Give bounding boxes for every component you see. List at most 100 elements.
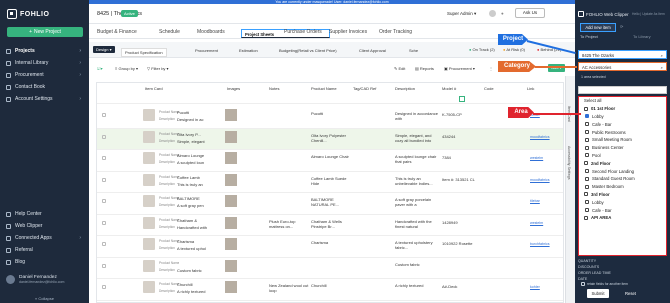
link-cell[interactable]: moodfabrics [530, 135, 550, 139]
row-checkbox[interactable] [102, 220, 106, 225]
link-cell[interactable]: burchfabrics [530, 242, 550, 246]
model-cell[interactable]: K-7505-CP [442, 112, 482, 117]
area-checkbox[interactable] [585, 137, 589, 142]
table-row[interactable]: Product Name Almaro Lounge Description A sc… [97, 150, 563, 172]
notes-cell[interactable]: New Zealand wool cut loop [269, 283, 309, 293]
tab-purchase-orders[interactable]: Purchase Orders [284, 29, 322, 35]
item-thumbnail[interactable] [143, 238, 155, 250]
link-cell[interactable]: tilebar [530, 199, 540, 203]
group-by-button[interactable]: ≡ Group by ▾ [115, 66, 138, 71]
sidebar-item-help-center[interactable]: Help Center [0, 209, 89, 219]
column-header-model[interactable]: Model # [442, 86, 456, 91]
area-option[interactable]: Business Center [579, 144, 666, 152]
area-checkbox[interactable] [585, 114, 589, 119]
category-select[interactable]: AC Accessories ⌕ [578, 62, 667, 71]
table-row[interactable]: Product Name Chatham & Description Handcraf… [97, 215, 563, 236]
product-name-cell[interactable]: Churchill [311, 283, 351, 288]
tab-estimation[interactable]: Estimation [239, 48, 258, 53]
table-row[interactable]: Product Name BALTIMORE Description A soft g… [97, 193, 563, 215]
area-option[interactable]: Pool [579, 152, 666, 160]
product-image[interactable] [225, 152, 237, 164]
sidebar-item-blog[interactable]: Blog [0, 257, 89, 267]
product-name-cell[interactable]: Pucotti [311, 111, 351, 116]
avatar[interactable] [489, 10, 496, 17]
product-image[interactable] [225, 259, 237, 272]
select-all-option[interactable]: Select all [579, 97, 666, 105]
area-checkbox[interactable] [585, 184, 589, 189]
table-row[interactable]: Product Name Coffee Lamb Description This i… [97, 172, 563, 193]
sidebar-item-web-clipper[interactable]: Web Clipper [0, 221, 89, 231]
area-option[interactable]: 01 1st Floor [579, 105, 666, 113]
description-cell[interactable]: A richly textured [395, 283, 439, 288]
table-row[interactable]: Product Name Churchill Description A richly… [97, 279, 563, 301]
area-option[interactable]: Lobby [579, 113, 666, 121]
select-all-checkbox[interactable]: ☑▾ [97, 66, 103, 71]
row-checkbox[interactable] [102, 156, 106, 160]
tab-moodboards[interactable]: Moodboards [197, 29, 225, 35]
product-image[interactable] [225, 130, 237, 143]
more-icon[interactable]: ⋮ [489, 66, 493, 71]
row-checkbox[interactable] [102, 242, 106, 246]
tab-supplier-invoices[interactable]: Supplier Invoices [329, 29, 367, 35]
area-option[interactable]: Public Restrooms [579, 128, 666, 136]
product-image[interactable] [225, 216, 237, 229]
retain-fields-toggle[interactable]: retain fields for another item [581, 282, 628, 286]
update-as-item-icon[interactable]: ⟳ [620, 24, 623, 29]
area-checkbox[interactable] [585, 200, 589, 205]
link-cell[interactable]: kohler [530, 285, 540, 289]
ask-us-button[interactable]: Ask Us [515, 8, 545, 18]
product-image[interactable] [225, 195, 237, 207]
row-checkbox[interactable] [102, 263, 106, 268]
edit-button[interactable]: ✎ Edit [394, 66, 405, 71]
add-new-item-button[interactable]: Add new item [580, 23, 616, 32]
item-thumbnail[interactable] [143, 195, 155, 207]
link-cell[interactable]: westelm [530, 156, 543, 160]
product-image[interactable] [225, 173, 237, 186]
description-cell[interactable]: Handcrafted with the finest natural [395, 219, 439, 229]
column-header-tag-cad-ref[interactable]: Tag/CAD Ref [353, 86, 376, 91]
item-thumbnail[interactable] [143, 152, 155, 164]
item-thumbnail[interactable] [143, 173, 155, 186]
area-search-input[interactable] [578, 86, 667, 94]
accessibility-settings-rail-tab[interactable]: Accessibility Settings [567, 146, 571, 180]
column-header-notes[interactable]: Notes [269, 86, 279, 91]
notes-cell[interactable]: Plush Euro-top mattress on... [269, 219, 309, 229]
filter-by-button[interactable]: ▽ Filter by ▾ [147, 66, 169, 71]
product-name-cell[interactable]: Almaro Lounge Chair [311, 154, 351, 159]
reports-button[interactable]: ▤ Reports [415, 66, 434, 71]
to-project-option[interactable]: To Project [580, 34, 598, 39]
column-header-images[interactable]: Images [227, 86, 240, 91]
tab-schedule-truncated[interactable]: Sche [409, 48, 418, 53]
area-option[interactable]: 3rd Floor [579, 191, 666, 199]
tab-schedule[interactable]: Schedule [159, 29, 180, 35]
table-row[interactable]: Product Name Charisma Description A texture… [97, 236, 563, 258]
retain-checkbox[interactable] [581, 282, 585, 286]
column-header-link[interactable]: Link [527, 86, 534, 91]
column-header-item-card[interactable]: Item Card [145, 86, 163, 91]
column-header-product-name[interactable]: Product Name [311, 86, 337, 91]
area-checkbox[interactable] [585, 208, 589, 213]
link-cell[interactable]: moodfabrics [530, 178, 550, 182]
tab-client-approval[interactable]: Client Approval [359, 48, 386, 53]
tab-budget-finance[interactable]: Budget & Finance [97, 29, 137, 35]
model-cell[interactable]: 7384 [442, 155, 482, 160]
area-checkbox[interactable] [584, 161, 588, 166]
area-checkbox[interactable] [584, 106, 588, 111]
area-checkbox[interactable] [585, 122, 589, 127]
area-option[interactable]: Standard Guest Room [579, 175, 666, 183]
product-name-cell[interactable]: BALTIMORE NATURAL PE... [311, 197, 351, 207]
area-checkbox[interactable] [584, 215, 588, 220]
area-option[interactable]: Lobby [579, 198, 666, 206]
product-name-cell[interactable]: Charisma [311, 240, 351, 245]
product-image[interactable] [225, 238, 237, 250]
new-project-button[interactable]: + New Project [7, 27, 83, 37]
sidebar-item-account-settings[interactable]: Account Settings › [0, 94, 89, 104]
column-header-description[interactable]: Description [395, 86, 415, 91]
model-cell[interactable]: 434244 [442, 134, 482, 139]
role-dropdown[interactable]: Super Admin ▾ [447, 11, 476, 17]
link-cell[interactable]: westelm [530, 221, 543, 225]
area-option[interactable]: Cafe - Bar [579, 120, 666, 128]
product-image[interactable] [225, 281, 237, 293]
tab-procurement[interactable]: Procurement [195, 48, 218, 53]
procurement-button[interactable]: ▣ Procurement ▾ [444, 66, 475, 71]
